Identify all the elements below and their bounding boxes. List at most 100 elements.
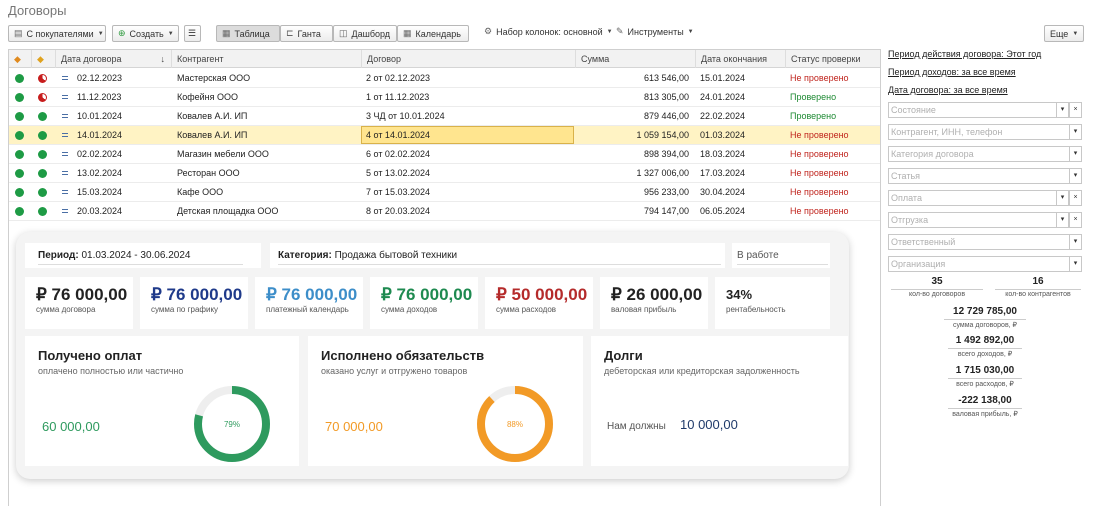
create-button[interactable]: ⊕ Создать ▼ bbox=[112, 25, 179, 42]
cell-sum: 794 147,00 bbox=[643, 206, 689, 216]
filter-field[interactable]: Статья ▾ bbox=[888, 168, 1082, 184]
column-payment-icon[interactable]: ◆ bbox=[31, 50, 55, 68]
table-row[interactable]: 02.12.2023 Мастерская ООО 2 от 02.12.2023 6… bbox=[9, 69, 880, 88]
customers-filter-button[interactable]: ▤ С покупателями ▼ bbox=[8, 25, 106, 42]
filter-placeholder: Организация bbox=[891, 259, 946, 269]
kpi-card: ₽ 76 000,00 платежный календарь bbox=[255, 277, 363, 329]
more-button[interactable]: Еще ▼ bbox=[1044, 25, 1084, 42]
expense-stat: 1 715 030,00 всего расходов, ₽ bbox=[948, 365, 1022, 388]
clear-filter-icon[interactable]: × bbox=[1069, 190, 1082, 206]
paid-title: Получено оплат bbox=[38, 348, 143, 363]
cell-date: 11.12.2023 bbox=[77, 92, 122, 102]
paid-amount: 60 000,00 bbox=[42, 419, 100, 434]
dropdown-arrow-icon[interactable]: ▾ bbox=[1069, 234, 1082, 250]
filter-field[interactable]: Категория договора ▾ bbox=[888, 146, 1082, 162]
dropdown-arrow-icon[interactable]: ▾ bbox=[1069, 124, 1082, 140]
report-icon: ☰ bbox=[188, 28, 197, 38]
dropdown-arrow-icon[interactable]: ▾ bbox=[1056, 190, 1069, 206]
cell-date: 14.01.2024 bbox=[77, 130, 123, 140]
filter-field[interactable]: Отгрузка ▾ bbox=[888, 212, 1069, 228]
partial-payment-icon bbox=[38, 93, 47, 102]
cell-end-date: 06.05.2024 bbox=[700, 206, 746, 216]
column-sum[interactable]: Сумма bbox=[575, 50, 695, 68]
cell-end-date: 22.02.2024 bbox=[700, 111, 746, 121]
table-row[interactable]: 14.01.2024 Ковалев А.И. ИП 4 от 14.01.2024… bbox=[9, 126, 880, 145]
cell-contract: 2 от 02.12.2023 bbox=[366, 73, 430, 83]
column-set-menu[interactable]: ⚙ Набор колонок: основной ▼ bbox=[484, 26, 613, 37]
dropdown-arrow-icon[interactable]: ▾ bbox=[1069, 168, 1082, 184]
document-icon bbox=[62, 152, 68, 156]
report-button[interactable]: ☰ bbox=[184, 25, 201, 42]
paid-donut: 79% bbox=[194, 386, 270, 462]
period-contract-link[interactable]: Период действия договора: Этот год bbox=[888, 49, 1041, 59]
cell-check-status: Не проверено bbox=[790, 149, 849, 159]
payment-icon: ◆ bbox=[37, 54, 44, 64]
column-partner[interactable]: Контрагент bbox=[171, 50, 361, 68]
document-icon bbox=[62, 171, 68, 175]
column-end-date[interactable]: Дата окончания bbox=[695, 50, 785, 68]
kpi-label: сумма расходов bbox=[496, 305, 557, 314]
dashboard-panel: Период: 01.03.2024 - 30.06.2024 Категори… bbox=[16, 232, 849, 479]
status-dot-icon bbox=[15, 150, 24, 159]
cell-sum: 1 327 006,00 bbox=[636, 168, 689, 178]
dropdown-arrow-icon[interactable]: ▾ bbox=[1069, 146, 1082, 162]
dropdown-arrow-icon[interactable]: ▾ bbox=[1056, 212, 1069, 228]
filter-placeholder: Категория договора bbox=[891, 149, 974, 159]
contracts-count-stat: 35 кол-во договоров bbox=[888, 276, 986, 298]
dropdown-arrow-icon[interactable]: ▾ bbox=[1056, 102, 1069, 118]
period-income-link[interactable]: Период доходов: за все время bbox=[888, 67, 1016, 77]
dropdown-arrow-icon[interactable]: ▾ bbox=[1069, 256, 1082, 272]
kpi-value: 34% bbox=[726, 287, 753, 302]
clear-filter-icon[interactable]: × bbox=[1069, 212, 1082, 228]
column-check-status[interactable]: Статус проверки bbox=[785, 50, 880, 68]
filter-field[interactable]: Ответственный ▾ bbox=[888, 234, 1082, 250]
cell-sum: 879 446,00 bbox=[643, 111, 689, 121]
kpi-card: ₽ 76 000,00 сумма доходов bbox=[370, 277, 478, 329]
cell-date: 02.12.2023 bbox=[77, 73, 123, 83]
chevron-down-icon: ▼ bbox=[1072, 30, 1079, 37]
filter-field[interactable]: Оплата ▾ bbox=[888, 190, 1069, 206]
column-status-icon[interactable]: ◆ bbox=[9, 50, 31, 68]
cell-date: 15.03.2024 bbox=[77, 187, 123, 197]
table-row[interactable]: 20.03.2024 Детская площадка ООО 8 от 20.03… bbox=[9, 202, 880, 221]
table-row[interactable]: 13.02.2024 Ресторан ООО 5 от 13.02.2024 1 3… bbox=[9, 164, 880, 183]
kpi-label: сумма договора bbox=[36, 305, 96, 314]
debts-subtitle: дебеторская или кредиторская задолженнос… bbox=[604, 366, 800, 376]
filter-field[interactable]: Состояние ▾ bbox=[888, 102, 1069, 118]
cell-end-date: 15.01.2024 bbox=[700, 73, 746, 83]
contract-date-link[interactable]: Дата договора: за все время bbox=[888, 85, 1008, 95]
tab-table[interactable]: ▦ Таблица bbox=[216, 25, 280, 42]
chevron-down-icon: ▼ bbox=[687, 28, 694, 35]
sort-arrow-icon: ↓ bbox=[160, 54, 166, 64]
table-row[interactable]: 02.02.2024 Магазин мебели ООО 6 от 02.02.2… bbox=[9, 145, 880, 164]
filter-field[interactable]: Организация ▾ bbox=[888, 256, 1082, 272]
income-stat: 1 492 892,00 всего доходов, ₽ bbox=[948, 335, 1022, 358]
tab-dashboard[interactable]: ◫ Дашборд bbox=[333, 25, 397, 42]
cell-check-status: Не проверено bbox=[790, 130, 849, 140]
tab-gantt[interactable]: ⊏ Ганта bbox=[280, 25, 333, 42]
calendar-icon: ▦ bbox=[403, 28, 412, 38]
status-dot-icon bbox=[15, 188, 24, 197]
obligations-donut: 88% bbox=[477, 386, 553, 462]
tab-calendar[interactable]: ▦ Календарь bbox=[397, 25, 469, 42]
obligations-amount: 70 000,00 bbox=[325, 419, 383, 434]
cell-check-status: Проверено bbox=[790, 92, 837, 102]
filter-field[interactable]: Контрагент, ИНН, телефон ▾ bbox=[888, 124, 1082, 140]
cell-check-status: Не проверено bbox=[790, 206, 849, 216]
profit-stat: -222 138,00 валовая прибыль, ₽ bbox=[948, 395, 1022, 418]
status-dot-icon bbox=[15, 131, 24, 140]
kpi-label: валовая прибыль bbox=[611, 305, 677, 314]
clear-filter-icon[interactable]: × bbox=[1069, 102, 1082, 118]
table-row[interactable]: 15.03.2024 Кафе ООО 7 от 15.03.2024 956 233… bbox=[9, 183, 880, 202]
column-date[interactable]: Дата договора ↓ bbox=[55, 50, 171, 68]
table-row[interactable]: 10.01.2024 Ковалев А.И. ИП 3 ЧД от 10.01.2… bbox=[9, 107, 880, 126]
cell-contract: 3 ЧД от 10.01.2024 bbox=[366, 111, 445, 121]
column-contract[interactable]: Договор bbox=[361, 50, 575, 68]
cell-date: 02.02.2024 bbox=[77, 149, 123, 159]
paid-subtitle: оплачено полностью или частично bbox=[38, 366, 184, 376]
tools-menu[interactable]: ✎ Инструменты ▼ bbox=[616, 26, 694, 37]
filter-placeholder: Контрагент, ИНН, телефон bbox=[891, 127, 1003, 137]
cell-end-date: 30.04.2024 bbox=[700, 187, 746, 197]
table-row[interactable]: 11.12.2023 Кофейня ООО 1 от 11.12.2023 813 … bbox=[9, 88, 880, 107]
contracts-sum-stat: 12 729 785,00 сумма договоров, ₽ bbox=[944, 306, 1026, 329]
